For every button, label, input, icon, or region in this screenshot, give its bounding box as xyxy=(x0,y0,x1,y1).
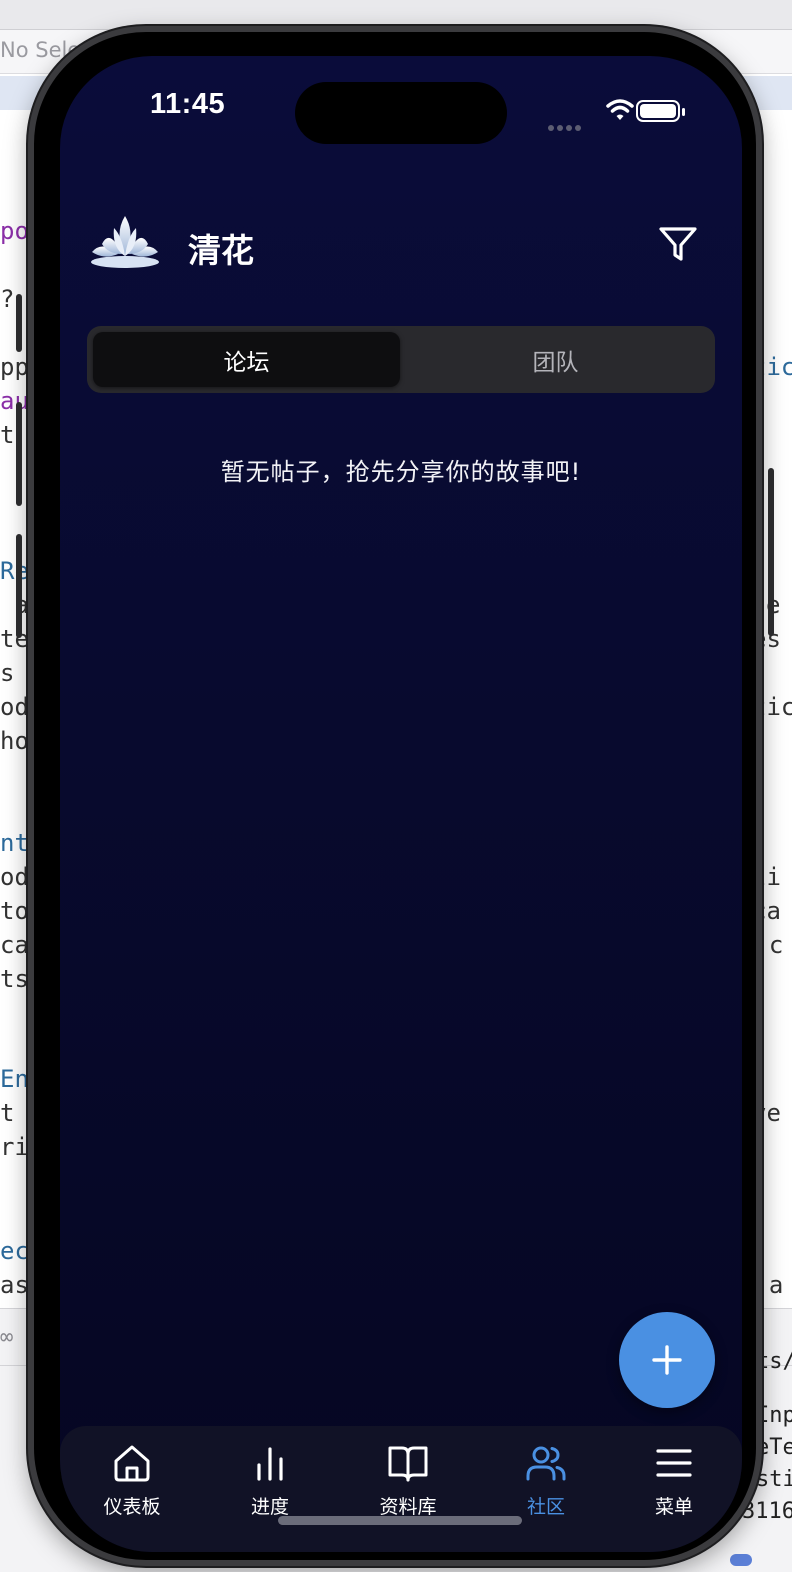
code-fragment: nt xyxy=(0,829,29,857)
code-fragment: ca xyxy=(0,931,29,959)
battery-icon xyxy=(636,100,680,122)
tab-menu[interactable]: 菜单 xyxy=(614,1440,734,1530)
tab-label: 菜单 xyxy=(654,1496,693,1518)
menu-icon xyxy=(656,1449,692,1477)
volume-up-button xyxy=(16,402,22,506)
code-fragment: En xyxy=(0,1065,29,1093)
wifi-icon xyxy=(606,99,634,120)
bottom-tab-bar: 仪表板 进度 资料库 社区 菜单 xyxy=(60,1426,742,1552)
code-fragment: ec xyxy=(0,1237,29,1265)
code-fragment: s xyxy=(0,659,15,687)
dynamic-island xyxy=(295,82,507,144)
users-icon xyxy=(526,1446,566,1481)
code-fragment: t xyxy=(0,421,15,449)
code-fragment: ho xyxy=(0,727,29,755)
tab-dashboard[interactable]: 仪表板 xyxy=(72,1440,192,1530)
code-fragment: ? xyxy=(0,285,15,313)
home-icon xyxy=(114,1445,150,1482)
code-fragment: as xyxy=(0,1271,29,1299)
tab-label: 仪表板 xyxy=(103,1496,161,1518)
tab-team[interactable]: 团队 xyxy=(402,332,709,387)
code-fragment: od xyxy=(0,863,29,891)
filter-icon xyxy=(659,227,697,261)
tab-forum[interactable]: 论坛 xyxy=(93,332,400,387)
code-fragment: po xyxy=(0,217,29,245)
code-fragment: ts xyxy=(0,965,29,993)
editor-toggle[interactable] xyxy=(730,1554,752,1566)
forum-team-segmented-control: 论坛 团队 xyxy=(87,326,715,393)
bar-chart-icon xyxy=(257,1447,283,1481)
code-fragment: to xyxy=(0,897,29,925)
code-fragment: au xyxy=(0,387,29,415)
code-fragment: t xyxy=(0,1099,15,1127)
home-indicator[interactable] xyxy=(278,1516,522,1525)
side-button xyxy=(768,468,774,636)
cellular-signal-icon xyxy=(548,116,584,135)
tab-label: 进度 xyxy=(250,1496,289,1518)
iphone-frame: 11:45 清花 论坛 团队 暂无帖子，抢先分享你的故事吧! 仪表板 进度 资料… xyxy=(16,26,774,1566)
app-screen: 11:45 清花 论坛 团队 暂无帖子，抢先分享你的故事吧! 仪表板 进度 资料… xyxy=(60,56,742,1552)
lotus-icon xyxy=(91,216,159,268)
volume-down-button xyxy=(16,534,22,638)
code-fragment: te xyxy=(0,625,29,653)
code-fragment: ∞ xyxy=(0,1325,14,1350)
tab-label: 社区 xyxy=(526,1496,565,1518)
code-fragment: sti xyxy=(756,1467,792,1492)
code-fragment: Re xyxy=(0,557,29,585)
book-icon xyxy=(388,1446,428,1482)
phone-bezel: 11:45 清花 论坛 团队 暂无帖子，抢先分享你的故事吧! 仪表板 进度 资料… xyxy=(34,32,756,1560)
code-fragment: pp xyxy=(0,353,29,381)
code-fragment: od xyxy=(0,693,29,721)
empty-posts-message: 暂无帖子，抢先分享你的故事吧! xyxy=(220,458,582,486)
status-icons xyxy=(548,96,688,131)
add-post-button[interactable] xyxy=(619,1312,715,1408)
tab-label: 资料库 xyxy=(379,1496,437,1518)
plus-icon xyxy=(652,1345,682,1375)
status-time: 11:45 xyxy=(150,88,226,120)
app-title: 清花 xyxy=(188,232,254,269)
code-fragment: ri xyxy=(0,1133,29,1161)
battery-tip xyxy=(682,108,685,116)
code-fragment: 3116A xyxy=(742,1499,792,1524)
code-fragment: a xyxy=(0,591,29,619)
action-button xyxy=(16,294,22,352)
filter-button[interactable] xyxy=(656,222,700,266)
